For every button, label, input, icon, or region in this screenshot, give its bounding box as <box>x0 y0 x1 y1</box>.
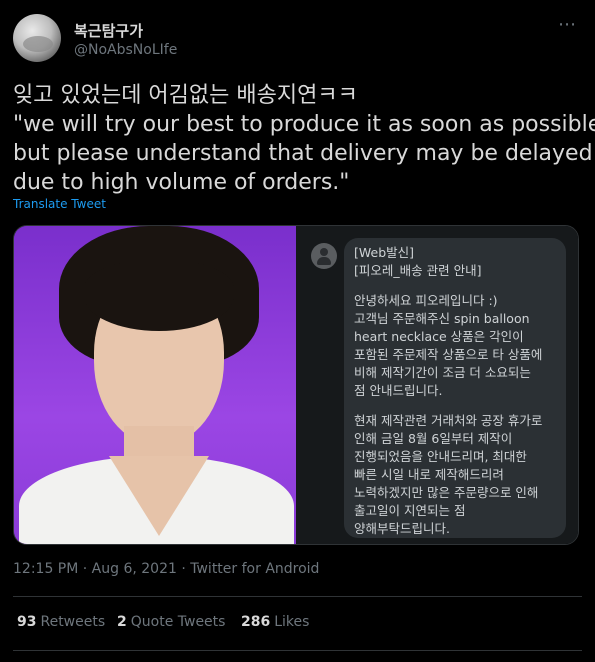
media-photo[interactable] <box>14 226 296 544</box>
avatar-image <box>23 36 53 52</box>
retweets-stat[interactable]: 93 Retweets <box>17 614 105 630</box>
quote-tweets-stat[interactable]: 2 Quote Tweets <box>117 614 225 630</box>
message-line: 고객님 주문해주신 spin balloon <box>354 311 530 326</box>
message-line: 안녕하세요 피오레입니다 :) <box>354 293 498 308</box>
message-line: 출고일이 지연되는 점 <box>354 503 466 518</box>
tweet-text-line: due to high volume of orders." <box>13 170 350 195</box>
likes-stat[interactable]: 286 Likes <box>241 614 309 630</box>
message-line: 진행되었음을 안내드리며, 최대한 <box>354 449 527 464</box>
message-line: [피오레_배송 관련 안내] <box>354 263 482 278</box>
quote-tweets-label: Quote Tweets <box>130 614 226 630</box>
message-line: 비해 제작기간이 조금 더 소요되는 <box>354 365 531 380</box>
tweet: 복근탐구가 @NoAbsNoLIfe ⋯ 잊고 있었는데 어김없는 배송지연ㅋㅋ… <box>0 0 595 662</box>
message-text: [Web발신] [피오레_배송 관련 안내] 안녕하세요 피오레입니다 :) 고객님 … <box>354 244 568 538</box>
message-line: 점 안내드립니다. <box>354 383 443 398</box>
retweets-count: 93 <box>17 614 37 630</box>
divider <box>13 596 582 597</box>
author-display-name[interactable]: 복근탐구가 <box>74 20 143 41</box>
quote-tweets-count: 2 <box>117 614 127 630</box>
likes-count: 286 <box>241 614 271 630</box>
author-handle[interactable]: @NoAbsNoLIfe <box>74 42 177 58</box>
likes-label: Likes <box>274 614 310 630</box>
message-line: 노력하겠지만 많은 주문량으로 인해 <box>354 485 539 500</box>
avatar[interactable] <box>13 14 61 62</box>
more-options-icon[interactable]: ⋯ <box>558 14 577 35</box>
message-line: 포함된 주문제작 상품으로 타 상품에 <box>354 347 543 362</box>
message-line: 인해 금일 8월 6일부터 제작이 <box>354 431 513 446</box>
translate-tweet-link[interactable]: Translate Tweet <box>13 197 106 211</box>
photo-fringe <box>84 261 234 331</box>
tweet-timestamp[interactable]: 12:15 PM · Aug 6, 2021 · Twitter for And… <box>13 561 319 577</box>
tweet-text-line: but please understand that delivery may … <box>13 141 593 166</box>
tweet-text-line: 잊고 있었는데 어김없는 배송지연ㅋㅋ <box>13 83 358 108</box>
sender-avatar-icon <box>311 243 337 269</box>
message-line: [Web발신] <box>354 245 415 260</box>
tweet-text: 잊고 있었는데 어김없는 배송지연ㅋㅋ "we will try our bes… <box>13 81 595 197</box>
message-line: 양해부탁드립니다. <box>354 521 450 536</box>
tweet-text-line: "we will try our best to produce it as s… <box>13 112 595 137</box>
message-line: heart necklace 상품은 각인이 <box>354 329 524 344</box>
divider <box>13 650 582 651</box>
tweet-media[interactable]: [Web발신] [피오레_배송 관련 안내] 안녕하세요 피오레입니다 :) 고객님 … <box>13 225 579 545</box>
message-line: 빠른 시일 내로 제작해드리려 <box>354 467 504 482</box>
message-line: 현재 제작관련 거래처와 공장 휴가로 <box>354 413 543 428</box>
media-message-screenshot[interactable]: [Web발신] [피오레_배송 관련 안내] 안녕하세요 피오레입니다 :) 고객님 … <box>296 226 578 544</box>
retweets-label: Retweets <box>40 614 106 630</box>
